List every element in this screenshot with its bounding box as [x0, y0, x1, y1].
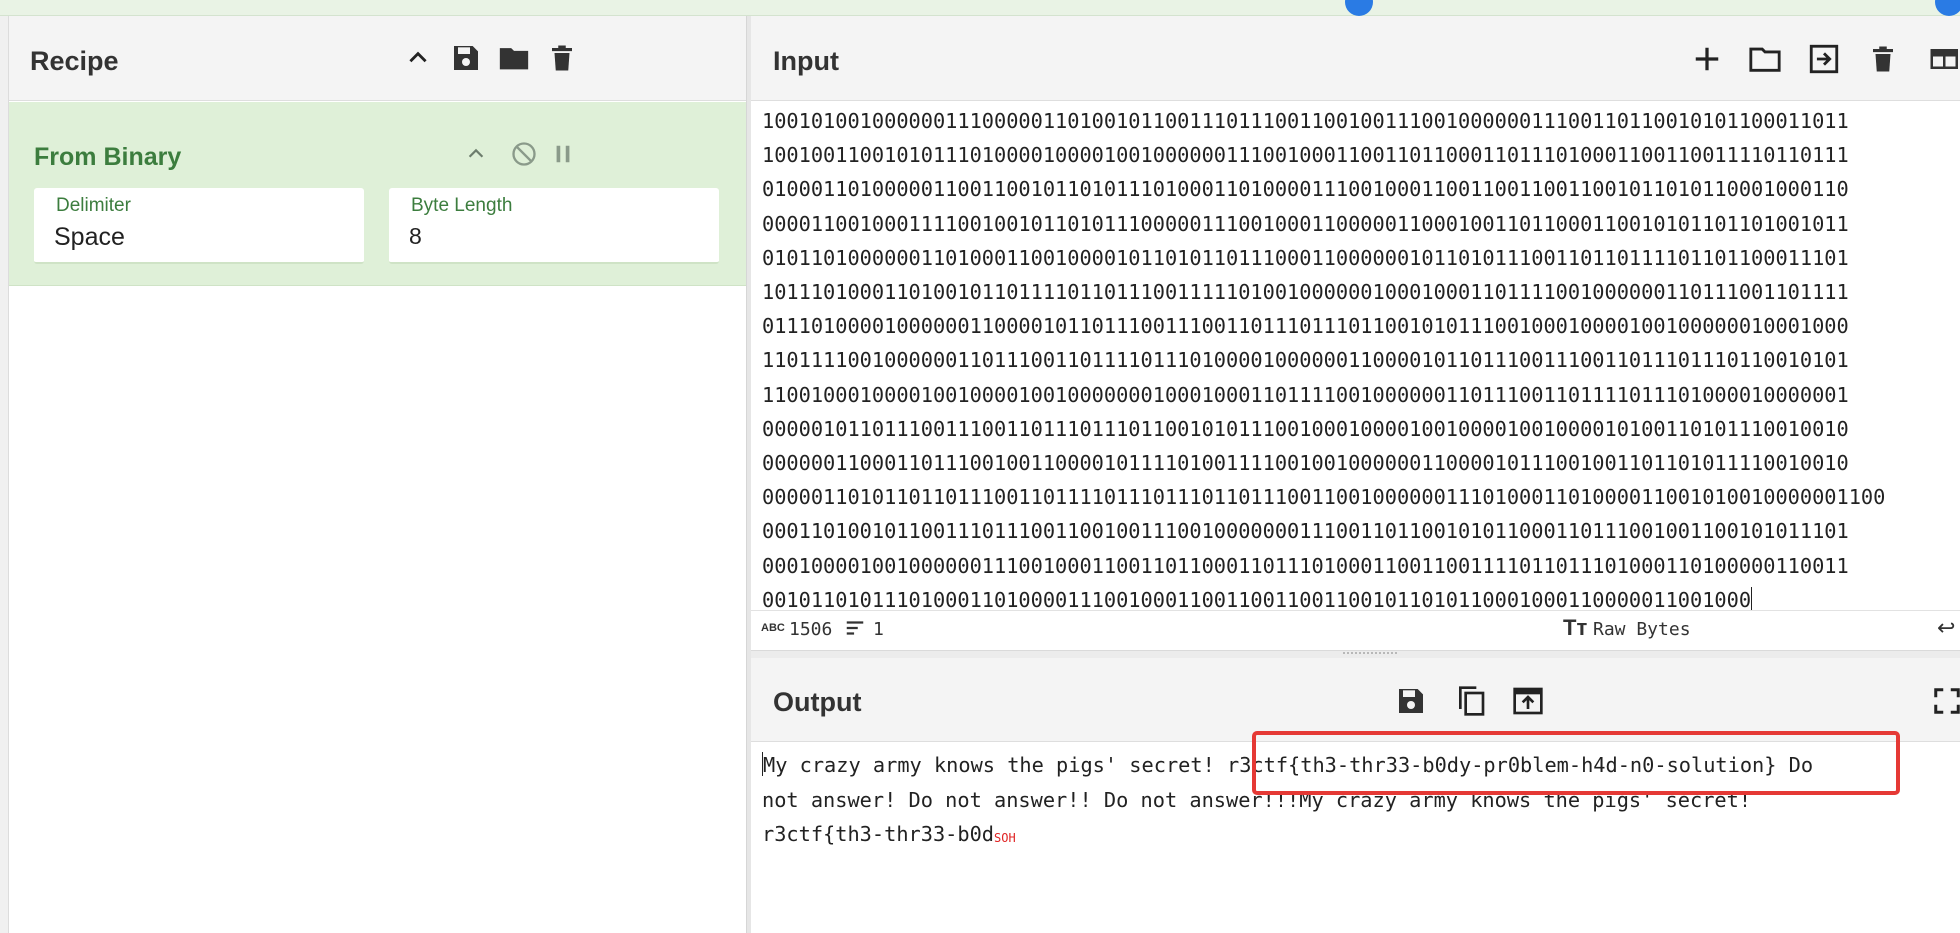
delimiter-field[interactable]: Delimiter Space — [34, 188, 364, 264]
top-strip — [0, 0, 1960, 16]
help-icon[interactable] — [1935, 0, 1960, 16]
text-format-icon[interactable]: Tт — [1563, 615, 1587, 641]
output-line-text: r3ctf{th3-thr33-b0d — [762, 822, 994, 846]
clear-recipe-trash-icon[interactable] — [542, 38, 582, 78]
open-file-icon[interactable] — [1803, 38, 1845, 80]
input-line: 0101101000000110100011001000010110101101… — [762, 245, 1849, 270]
input-encoding[interactable]: Raw Bytes — [1593, 619, 1691, 640]
input-line: 0000110010001111001001011010111000001110… — [762, 211, 1849, 236]
load-recipe-folder-icon[interactable] — [494, 38, 534, 78]
output-panel: Output My crazy army knows the pigs' sec… — [751, 658, 1960, 933]
operation-title: From Binary — [34, 143, 182, 171]
pause-breakpoint-icon[interactable] — [545, 136, 581, 172]
recipe-title: Recipe — [30, 46, 119, 76]
clear-input-trash-icon[interactable] — [1862, 38, 1904, 80]
byte-length-field[interactable]: Byte Length 8 — [389, 188, 719, 264]
input-textarea[interactable]: 1001010010000001110000011010010110011101… — [762, 104, 1960, 624]
input-line: 0001000010010000001110010001100110110001… — [762, 553, 1849, 578]
operation-from-binary[interactable]: From Binary Delimiter Space Byte Length … — [9, 102, 746, 286]
input-line-last-text: 0010110101110100011010000111001000110011… — [762, 587, 1752, 612]
input-line: 0100011010000011001100101101011101000110… — [762, 177, 1849, 202]
output-title: Output — [773, 687, 862, 717]
save-recipe-icon[interactable] — [446, 38, 486, 78]
input-line: 0111010000100000011000010110111001110011… — [762, 314, 1849, 339]
output-header: Output — [751, 658, 1960, 742]
delimiter-value[interactable]: Space — [54, 223, 125, 252]
save-output-icon[interactable] — [1390, 680, 1432, 722]
input-line: 0001101001011001110111001100100111001000… — [762, 519, 1849, 544]
input-line: 1011101000110100101101111011011100111110… — [762, 280, 1849, 305]
input-header: Input — [751, 16, 1960, 101]
input-line: 1100100010000100100001001000000010001000… — [762, 382, 1849, 407]
delimiter-label: Delimiter — [56, 195, 131, 216]
line-ending-icon[interactable]: ↩ — [1937, 615, 1955, 641]
maximise-output-icon[interactable] — [1926, 680, 1960, 722]
replace-input-icon[interactable] — [1507, 680, 1549, 722]
input-line: 0000011010110110111001101111011101110110… — [762, 485, 1886, 510]
open-folder-icon[interactable] — [1744, 38, 1786, 80]
input-line: 0000001100011011100100110000101111010011… — [762, 451, 1849, 476]
input-status-bar: ABC 1506 1 Tт Raw Bytes ↩ — [751, 610, 1960, 649]
input-length: 1506 — [789, 619, 833, 640]
recipe-header: Recipe — [9, 16, 746, 101]
input-line: 1001001100101011101000010000100100000011… — [762, 143, 1849, 168]
collapse-all-icon[interactable] — [398, 38, 438, 78]
flag-highlight-box — [1252, 731, 1900, 795]
input-line: 1001010010000001110000011010010110011101… — [762, 109, 1849, 133]
byte-length-label: Byte Length — [411, 195, 513, 216]
output-line: r3ctf{th3-thr33-b0dSOH — [762, 817, 1952, 856]
text-caret — [1751, 586, 1753, 611]
abc-icon: ABC — [761, 622, 785, 634]
byte-length-value[interactable]: 8 — [409, 223, 422, 250]
input-title: Input — [773, 46, 839, 76]
collapse-operation-icon[interactable] — [458, 136, 494, 172]
input-panel: Input 1001010010000001110000011010010110… — [751, 16, 1960, 650]
lines-icon — [844, 617, 866, 644]
operations-panel-edge — [0, 16, 9, 933]
copy-output-icon[interactable] — [1450, 680, 1492, 722]
recipe-panel: Recipe From Binary Delimiter Space Byte … — [9, 16, 746, 933]
disable-operation-icon[interactable] — [506, 136, 542, 172]
control-char-soh: SOH — [994, 831, 1016, 845]
settings-icon[interactable] — [1345, 0, 1373, 16]
input-line: 0000010110111001110011011101110110010101… — [762, 416, 1849, 441]
add-tab-plus-icon[interactable] — [1686, 38, 1728, 80]
input-line: 1101111001000000110111001101111011101000… — [762, 348, 1849, 373]
layout-icon[interactable] — [1922, 38, 1960, 80]
input-line-count: 1 — [873, 619, 884, 640]
